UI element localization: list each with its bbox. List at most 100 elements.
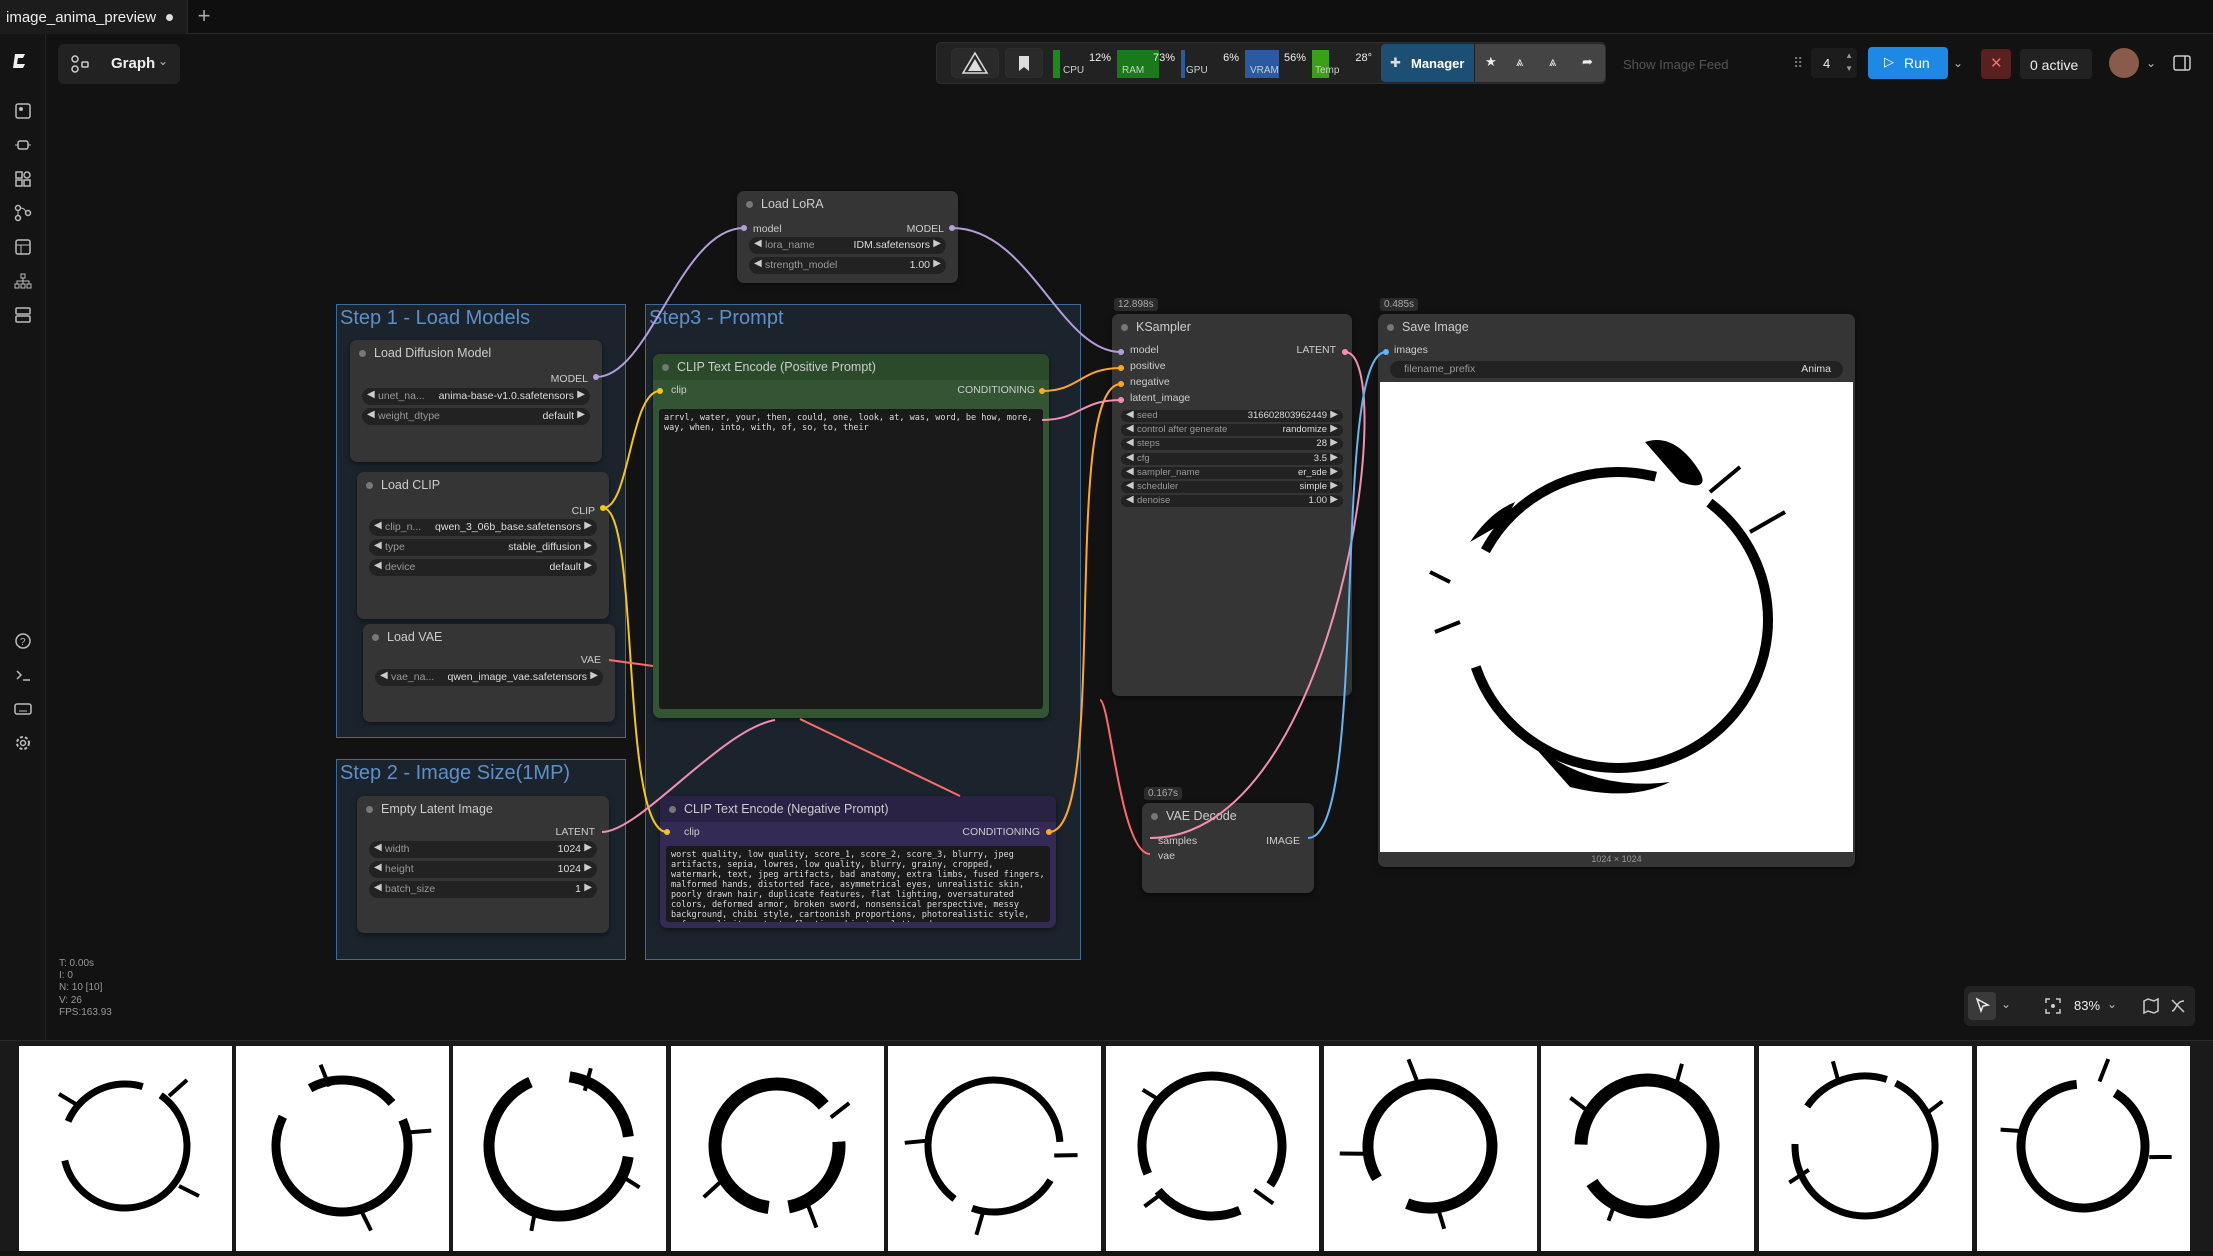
minimap-icon[interactable] (2142, 997, 2160, 1015)
layout-icon[interactable] (12, 304, 34, 326)
input-model[interactable]: model (1130, 344, 1159, 356)
tool-chevron-icon[interactable]: ⌄ (2001, 997, 2011, 1011)
panel-toggle-icon[interactable] (2170, 51, 2194, 75)
workflows-icon[interactable] (12, 202, 34, 224)
output-conditioning[interactable]: CONDITIONING (957, 384, 1035, 396)
star-icon[interactable]: ★ (1485, 54, 1497, 70)
feed-thumbnail[interactable] (19, 1046, 232, 1251)
zoom-level[interactable]: 83% (2074, 998, 2100, 1013)
node-load-clip[interactable]: Load CLIP CLIP ◀ clip_n... qwen_3_06b_base… (357, 472, 609, 619)
output-model[interactable]: MODEL (551, 373, 588, 385)
widget-scheduler[interactable]: ◀ scheduler simple ▶ (1121, 480, 1343, 493)
avatar[interactable] (2109, 48, 2139, 78)
node-load-vae[interactable]: Load VAE VAE ◀ vae_na... qwen_image_vae.sa… (363, 624, 615, 722)
widget-vae-name[interactable]: ◀ vae_na... qwen_image_vae.safetensors ▶ (375, 669, 603, 686)
output-image[interactable]: IMAGE (1266, 835, 1300, 847)
output-latent[interactable]: LATENT (556, 826, 595, 838)
zoom-chevron-icon[interactable]: ⌄ (2107, 997, 2117, 1011)
new-tab-plus-icon[interactable]: + (193, 5, 215, 27)
widget-device[interactable]: ◀ device default ▶ (369, 559, 597, 576)
node-vae-decode[interactable]: VAE Decode samples vae IMAGE (1142, 803, 1314, 893)
output-model[interactable]: MODEL (907, 223, 944, 235)
widget-denoise[interactable]: ◀ denoise 1.00 ▶ (1121, 494, 1343, 508)
stepper-down-icon[interactable]: ▼ (1845, 64, 1853, 73)
node-save-image[interactable]: Save Image images filename_prefix Anima 1… (1378, 314, 1855, 867)
widget-weight-dtype[interactable]: ◀ weight_dtype default ▶ (362, 408, 590, 425)
templates-icon[interactable] (12, 236, 34, 258)
crystools-logo-icon[interactable] (951, 48, 999, 78)
widget-steps[interactable]: ◀ steps 28 ▶ (1121, 437, 1343, 451)
images-icon[interactable] (12, 100, 34, 122)
run-button[interactable]: ▷ Run (1868, 47, 1948, 79)
widget-seed[interactable]: ◀ seed 316602803962449 ▶ (1121, 409, 1343, 422)
output-vae[interactable]: VAE (581, 654, 601, 666)
cancel-button[interactable]: ✕ (1981, 49, 2011, 79)
widget-strength-model[interactable]: ◀ strength_model 1.00 ▶ (749, 257, 946, 274)
help-icon[interactable]: ? (12, 630, 34, 652)
manager-button[interactable]: ✚ Manager (1381, 44, 1474, 82)
widget-sampler-name[interactable]: ◀ sampler_name er_sde ▶ (1121, 466, 1343, 479)
feed-thumbnail[interactable] (888, 1046, 1101, 1251)
positive-prompt-textarea[interactable]: arrvl, water, your, then, could, one, lo… (659, 409, 1043, 709)
select-tool-icon[interactable] (1968, 992, 1996, 1020)
graph-view-button[interactable]: Graph ⌄ (58, 44, 180, 84)
node-empty-latent-image[interactable]: Empty Latent Image LATENT ◀ width 1024 ▶ ◀ h… (357, 796, 609, 933)
input-clip[interactable]: clip (684, 826, 700, 838)
models-icon[interactable] (12, 134, 34, 156)
feed-thumbnail[interactable] (453, 1046, 666, 1251)
node-clip-text-encode-negative[interactable]: CLIP Text Encode (Negative Prompt) clip … (660, 796, 1056, 928)
hierarchy-icon[interactable] (12, 270, 34, 292)
avatar-chevron-icon[interactable]: ⌄ (2146, 56, 2156, 70)
bookmark-icon[interactable] (1005, 48, 1043, 78)
feed-thumbnail[interactable] (1759, 1046, 1972, 1251)
input-clip[interactable]: clip (671, 384, 687, 396)
fit-view-icon[interactable] (2044, 997, 2062, 1015)
output-conditioning[interactable]: CONDITIONING (962, 826, 1040, 838)
widget-unet-name[interactable]: ◀ unet_na... anima-base-v1.0.safetensors ▶ (362, 388, 590, 405)
settings-gear-icon[interactable] (12, 732, 34, 754)
widget-width[interactable]: ◀ width 1024 ▶ (369, 841, 597, 858)
widget-filename-prefix[interactable]: filename_prefix Anima (1390, 361, 1843, 378)
feed-thumbnail[interactable] (1977, 1046, 2190, 1251)
crystools-b-icon[interactable]: ⩓ (1549, 54, 1556, 70)
node-load-diffusion-model[interactable]: Load Diffusion Model MODEL ◀ unet_na... an… (350, 340, 602, 462)
output-clip[interactable]: CLIP (572, 505, 595, 517)
queue-active-button[interactable]: 0 active (2020, 49, 2092, 79)
input-negative[interactable]: negative (1130, 376, 1170, 388)
output-latent[interactable]: LATENT (1297, 344, 1336, 356)
feed-thumbnail[interactable] (236, 1046, 449, 1251)
comfy-logo-icon[interactable] (11, 50, 33, 72)
feed-thumbnail[interactable] (1541, 1046, 1754, 1251)
node-clip-text-encode-positive[interactable]: CLIP Text Encode (Positive Prompt) clip … (653, 354, 1049, 718)
tab-workflow[interactable]: image_anima_preview (0, 0, 188, 34)
node-ksampler[interactable]: KSampler model positive negative latent_… (1112, 314, 1352, 696)
widget-cfg[interactable]: ◀ cfg 3.5 ▶ (1121, 452, 1343, 465)
feed-thumbnail[interactable] (1324, 1046, 1537, 1251)
run-options-chevron-icon[interactable]: ⌄ (1953, 56, 1963, 70)
widget-height[interactable]: ◀ height 1024 ▶ (369, 861, 597, 878)
widget-batch-size[interactable]: ◀ batch_size 1 ▶ (369, 881, 597, 898)
share-icon[interactable]: ➦ (1582, 54, 1593, 70)
node-load-lora[interactable]: Load LoRA model MODEL ◀ lora_name IDM.safe… (737, 191, 958, 283)
input-latent-image[interactable]: latent_image (1130, 392, 1190, 404)
input-samples[interactable]: samples (1158, 835, 1197, 847)
preview-image[interactable] (1380, 382, 1853, 852)
feed-thumbnail[interactable] (1106, 1046, 1319, 1251)
hide-links-icon[interactable] (2169, 997, 2187, 1015)
terminal-icon[interactable] (12, 664, 34, 686)
input-positive[interactable]: positive (1130, 360, 1166, 372)
input-model[interactable]: model (753, 223, 782, 235)
widget-type[interactable]: ◀ type stable_diffusion ▶ (369, 539, 597, 556)
nodes-library-icon[interactable] (12, 168, 34, 190)
stepper-up-icon[interactable]: ▲ (1845, 51, 1853, 60)
batch-count-input[interactable]: 4 ▲ ▼ (1811, 48, 1857, 78)
input-images[interactable]: images (1394, 344, 1428, 356)
negative-prompt-textarea[interactable]: worst quality, low quality, score_1, sco… (666, 846, 1050, 922)
crystools-a-icon[interactable]: ⩓ (1516, 54, 1523, 70)
feed-thumbnail[interactable] (671, 1046, 884, 1251)
keyboard-icon[interactable] (12, 698, 34, 720)
widget-control-after-generate[interactable]: ◀ control after generate randomize ▶ (1121, 423, 1343, 437)
widget-lora-name[interactable]: ◀ lora_name IDM.safetensors ▶ (749, 237, 946, 254)
drag-handle-icon[interactable]: ⠿ (1793, 55, 1803, 72)
widget-clip-name[interactable]: ◀ clip_n... qwen_3_06b_base.safetensors ▶ (369, 519, 597, 536)
